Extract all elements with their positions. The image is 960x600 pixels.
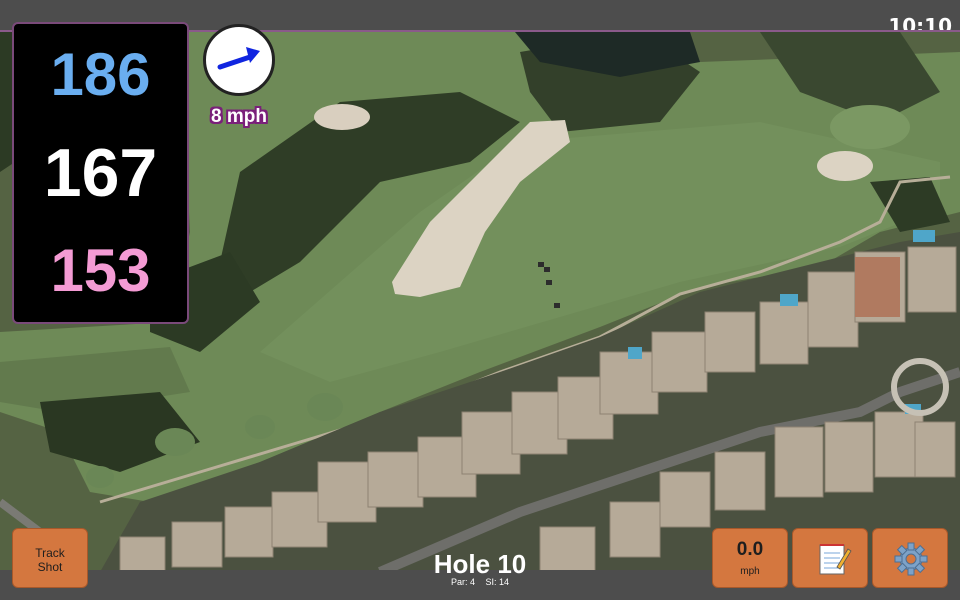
track-shot-label-line2: Shot	[37, 560, 63, 574]
wind-indicator	[203, 24, 275, 96]
wind-speed-button[interactable]: 0.0 mph	[712, 528, 788, 588]
notepad-icon	[819, 544, 852, 575]
wind-speed-label: 8 mph	[211, 106, 267, 127]
hole-title: Hole 10	[433, 549, 527, 579]
hole-meta: Par: 4 SI: 14	[380, 577, 580, 587]
hole-stroke-index: SI: 14	[485, 577, 510, 587]
wind-speed-value: 0.0	[736, 539, 764, 560]
wind-speed-unit: mph	[740, 566, 760, 577]
notes-button[interactable]	[792, 528, 868, 588]
back-distance: 186	[50, 41, 151, 108]
track-shot-label-line1: Track	[35, 546, 65, 560]
wind-direction-arrow-icon	[217, 47, 260, 70]
front-distance: 153	[50, 237, 151, 304]
hole-par: Par: 4	[450, 577, 475, 587]
settings-button[interactable]	[872, 528, 948, 588]
distance-panel: 186 167 153	[12, 22, 189, 324]
gear-icon	[894, 542, 928, 576]
track-shot-button[interactable]: Track Shot	[12, 528, 88, 588]
middle-distance: 167	[43, 135, 158, 211]
